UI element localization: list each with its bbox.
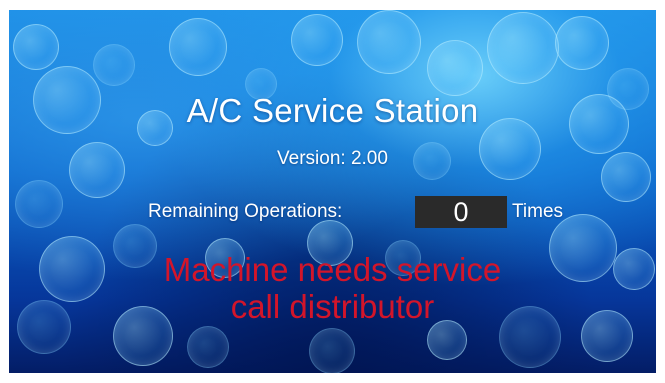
bubble-decoration xyxy=(169,18,227,76)
version-label: Version: 2.00 xyxy=(277,148,388,169)
remaining-operations-row: Remaining Operations: 0 Times xyxy=(9,195,656,231)
bubble-decoration xyxy=(357,10,421,74)
station-title: A/C Service Station xyxy=(186,92,479,129)
bubble-decoration xyxy=(93,44,135,86)
status-screen: A/C Service Station Version: 2.00 Remain… xyxy=(9,10,656,373)
app-frame: A/C Service Station Version: 2.00 Remain… xyxy=(0,0,665,383)
remaining-operations-label: Remaining Operations: xyxy=(148,201,343,222)
remaining-operations-unit: Times xyxy=(512,201,564,222)
bubble-decoration xyxy=(13,24,59,70)
bubble-decoration xyxy=(427,40,483,96)
service-warning-line-2: call distributor xyxy=(230,288,435,325)
bubble-decoration xyxy=(291,14,343,66)
bubble-decoration xyxy=(187,326,229,368)
bubble-decoration xyxy=(555,16,609,70)
remaining-operations-counter: 0 xyxy=(415,196,507,228)
bubble-decoration xyxy=(487,12,559,84)
bubble-decoration xyxy=(427,320,467,360)
service-warning-line-1: Machine needs service xyxy=(163,251,502,288)
bubble-decoration xyxy=(309,328,355,373)
